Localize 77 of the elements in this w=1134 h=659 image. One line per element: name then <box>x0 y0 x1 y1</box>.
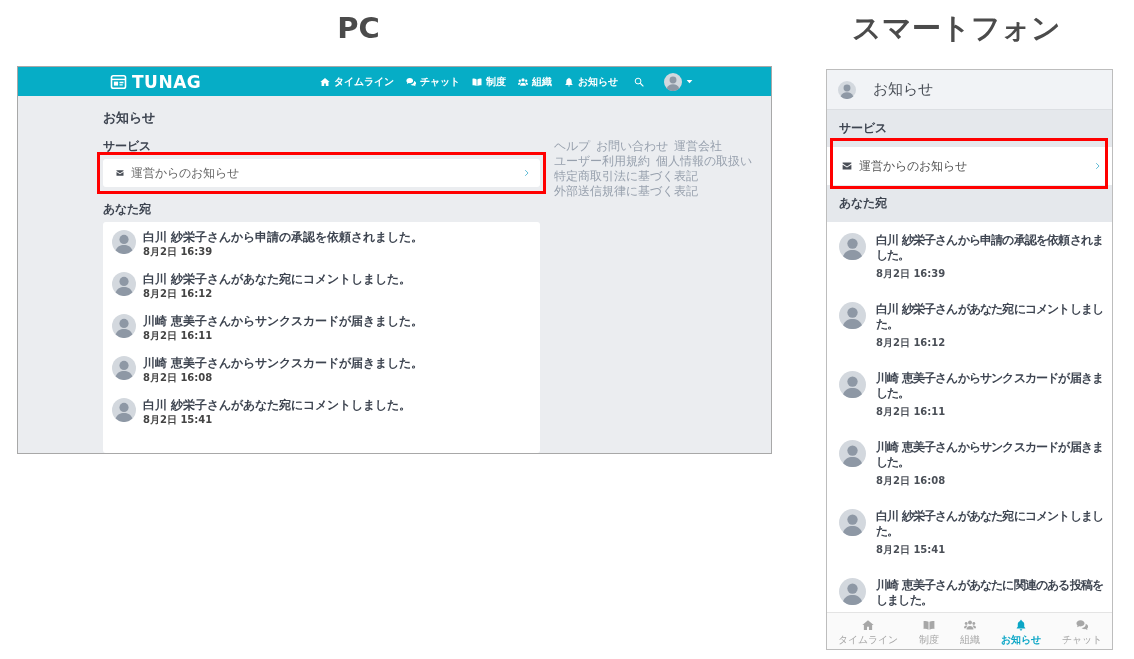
page-title: お知らせ <box>103 109 155 126</box>
footer-link[interactable]: 運営会社 <box>674 139 722 153</box>
chat-bubbles-icon <box>1075 619 1088 631</box>
tab-bar-item[interactable]: チャット <box>1061 613 1102 646</box>
avatar-icon <box>112 230 136 254</box>
footer-link[interactable]: ヘルプ <box>554 139 590 153</box>
book-icon <box>472 76 482 87</box>
avatar-icon <box>839 371 866 398</box>
people-icon <box>518 76 528 87</box>
notification-time: 8月2日 15:41 <box>876 543 946 556</box>
notification-text[interactable]: 川崎 恵美子さんからサンクスカードが届きました。 <box>143 314 424 329</box>
notification-time: 8月2日 16:08 <box>876 474 946 487</box>
notification-text[interactable]: 白川 紗栄子さんがあなた宛にコメントしました。 <box>143 398 412 413</box>
avatar-icon <box>839 509 866 536</box>
people-icon <box>963 619 976 631</box>
notification-text[interactable]: 川崎 恵美子さんからサンクスカードが届きました。 <box>876 371 1107 401</box>
logo-link[interactable]: TUNAG <box>110 71 202 92</box>
section-heading: PC <box>337 11 380 45</box>
avatar-icon[interactable] <box>838 80 856 99</box>
section-label: あなた宛 <box>103 202 151 217</box>
notification-text[interactable]: 白川 紗栄子さんから申請の承認を依頼されました。 <box>876 233 1107 263</box>
footer-link[interactable]: お問い合わせ <box>596 139 668 153</box>
tab-bar-item[interactable]: タイムライン <box>837 613 898 646</box>
notification-time: 8月2日 15:41 <box>143 414 213 426</box>
notification-text[interactable]: 白川 紗栄子さんがあなた宛にコメントしました。 <box>143 272 412 287</box>
avatar-icon <box>839 578 866 605</box>
nav-link[interactable]: タイムライン <box>320 75 394 88</box>
tab-bar-item[interactable]: お知らせ <box>1000 613 1041 646</box>
avatar-icon <box>112 314 136 338</box>
tab-bar-item[interactable]: 組織 <box>959 613 980 646</box>
avatar-icon <box>112 356 136 380</box>
avatar-icon <box>839 233 866 260</box>
section-header: あなた宛 <box>827 185 1112 222</box>
notification-text[interactable]: 白川 紗栄子さんがあなた宛にコメントしました。 <box>876 302 1107 332</box>
nav-link[interactable]: お知らせ <box>564 75 618 88</box>
caret-down-icon <box>686 78 693 85</box>
chevron-right-icon <box>1094 161 1101 171</box>
home-icon <box>320 76 330 87</box>
notification-text[interactable]: 白川 紗栄子さんから申請の承認を依頼されました。 <box>143 230 424 245</box>
tab-bar-item[interactable]: 制度 <box>918 613 939 646</box>
service-item[interactable]: 運営からのお知らせ <box>103 159 540 187</box>
logo-icon <box>110 73 127 90</box>
avatar-icon <box>112 398 136 422</box>
notification-time: 8月2日 16:11 <box>143 330 213 342</box>
notification-time: 8月2日 16:12 <box>143 288 213 300</box>
section-label: サービス <box>103 139 151 154</box>
chevron-right-icon <box>523 169 530 177</box>
footer-link[interactable]: ユーザー利用規約 <box>554 154 650 168</box>
envelope-icon <box>842 161 852 171</box>
home-icon <box>861 619 874 631</box>
notification-text[interactable]: 川崎 恵美子さんがあなたに関連のある投稿をしました。 <box>876 578 1107 608</box>
notification-text[interactable]: 川崎 恵美子さんからサンクスカードが届きました。 <box>876 440 1107 470</box>
nav-link[interactable]: チャット <box>406 75 460 88</box>
section-heading: スマートフォン <box>852 11 1061 45</box>
chat-bubbles-icon <box>406 76 416 87</box>
notification-time: 8月2日 16:08 <box>143 372 213 384</box>
notification-time: 8月2日 16:12 <box>876 336 946 349</box>
nav-link[interactable]: 組織 <box>518 75 552 88</box>
notification-time: 8月2日 16:39 <box>876 267 946 280</box>
footer-link[interactable]: 個人情報の取扱い <box>656 154 752 168</box>
nav-link[interactable]: 制度 <box>472 75 506 88</box>
page-title: お知らせ <box>873 80 933 99</box>
footer-link[interactable]: 外部送信規律に基づく表記 <box>554 184 698 198</box>
notification-text[interactable]: 川崎 恵美子さんからサンクスカードが届きました。 <box>143 356 424 371</box>
avatar-icon <box>839 302 866 329</box>
envelope-icon <box>116 169 124 177</box>
bell-icon <box>564 76 574 87</box>
notification-text[interactable]: 白川 紗栄子さんがあなた宛にコメントしました。 <box>876 509 1107 539</box>
footer-link[interactable]: 特定商取引法に基づく表記 <box>554 169 698 183</box>
search-icon[interactable] <box>634 76 644 87</box>
avatar-icon <box>112 272 136 296</box>
notification-time: 8月2日 16:11 <box>876 405 946 418</box>
avatar-icon <box>839 440 866 467</box>
bell-icon <box>1014 619 1027 631</box>
avatar-icon[interactable] <box>664 72 682 91</box>
book-icon <box>922 619 935 631</box>
notification-time: 8月2日 16:39 <box>143 246 213 258</box>
